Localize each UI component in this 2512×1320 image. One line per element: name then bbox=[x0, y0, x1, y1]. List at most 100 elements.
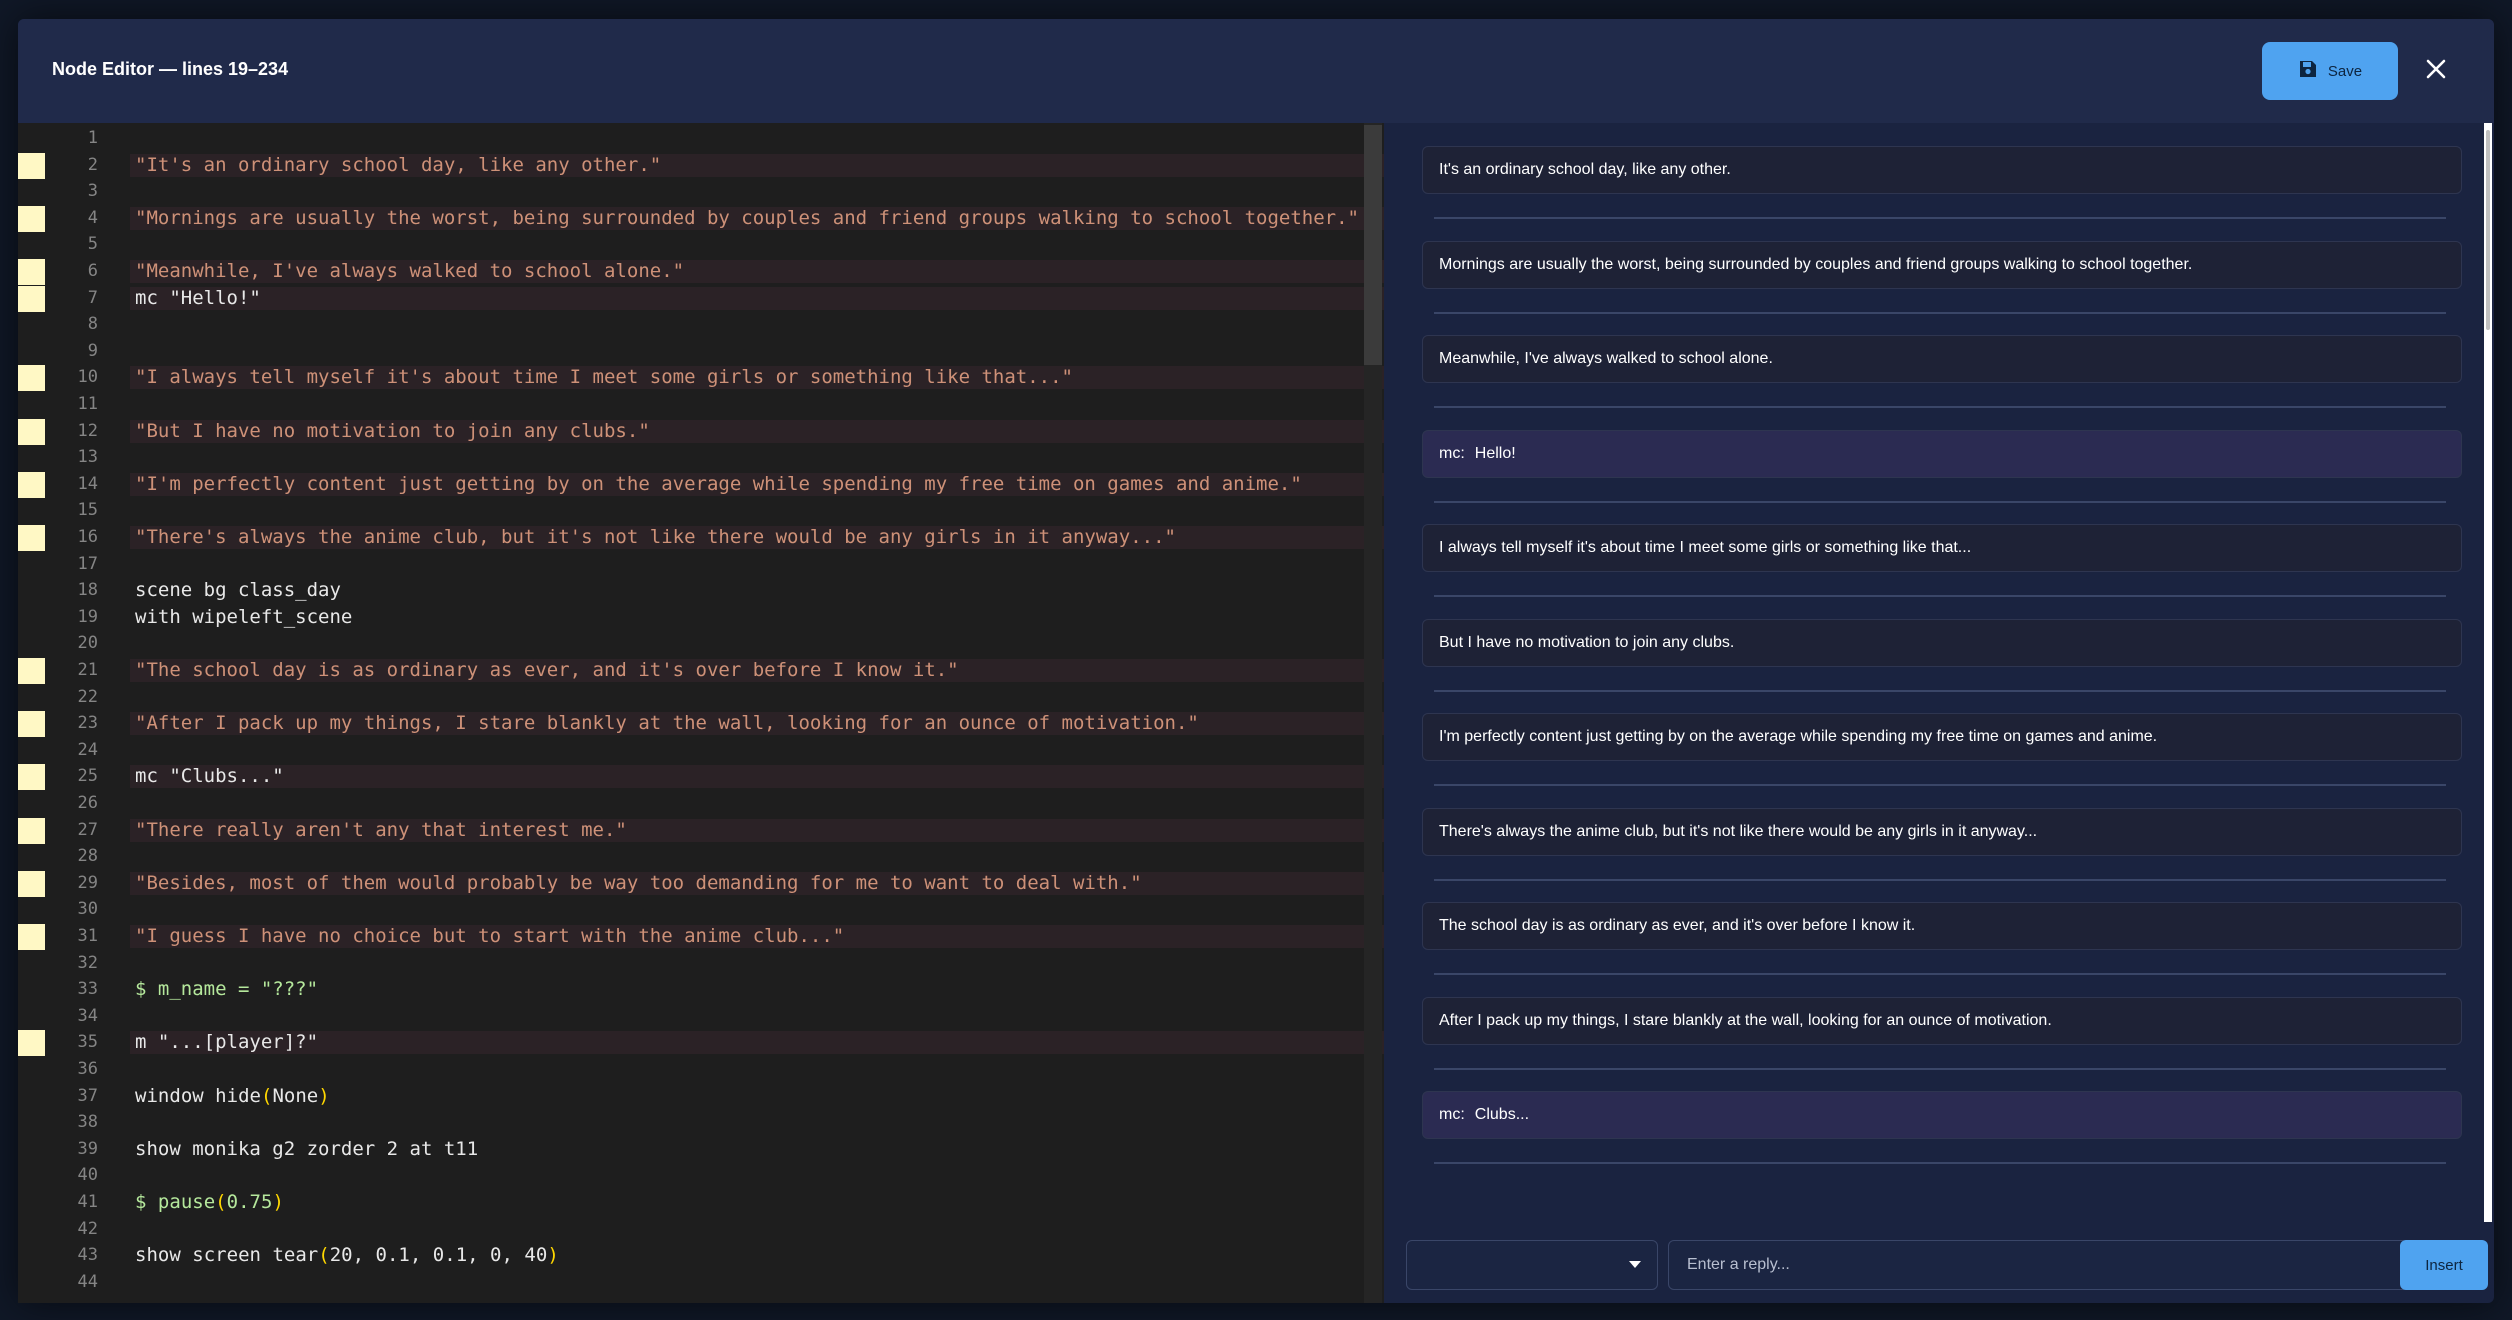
code-line[interactable]: 43 show screen tear(20, 0.1, 0.1, 0, 40) bbox=[18, 1242, 1384, 1269]
editor-scrollbar-thumb[interactable] bbox=[1364, 125, 1382, 365]
dialogue-bubble[interactable]: I'm perfectly content just getting by on… bbox=[1422, 713, 2462, 761]
dialogue-marker[interactable] bbox=[18, 259, 45, 285]
code-line[interactable]: 16 "There's always the anime club, but it… bbox=[18, 524, 1384, 551]
code-line[interactable]: 8 bbox=[18, 311, 1384, 338]
dialogue-marker[interactable] bbox=[18, 205, 45, 232]
dialogue-bubble[interactable]: The school day is as ordinary as ever, a… bbox=[1422, 902, 2462, 950]
speaker-label: mc: bbox=[1439, 444, 1465, 462]
code-line[interactable]: 25 mc "Clubs..." bbox=[18, 763, 1384, 791]
dialogue-bubble[interactable]: Meanwhile, I've always walked to school … bbox=[1422, 335, 2462, 383]
dialogue-text: I always tell myself it's about time I m… bbox=[1439, 539, 1972, 556]
dialogue-bubble[interactable]: But I have no motivation to join any clu… bbox=[1422, 618, 2462, 667]
speaker-select[interactable] bbox=[1406, 1240, 1658, 1290]
code-line[interactable]: 5 bbox=[18, 231, 1384, 258]
dialogue-marker[interactable] bbox=[18, 924, 45, 950]
code-line[interactable]: 20 bbox=[18, 630, 1384, 657]
code-line[interactable]: 40 bbox=[18, 1162, 1384, 1189]
code-line[interactable]: 10 "I always tell myself it's about time … bbox=[18, 364, 1384, 392]
dialogue-marker[interactable] bbox=[18, 152, 45, 179]
line-number: 3 bbox=[87, 181, 98, 202]
code-line[interactable]: 1 bbox=[18, 125, 1384, 152]
code-line[interactable]: 44 bbox=[18, 1269, 1384, 1296]
code-line[interactable]: 36 bbox=[18, 1056, 1384, 1083]
code-line[interactable]: 30 bbox=[18, 896, 1384, 923]
save-button[interactable]: Save bbox=[2262, 42, 2398, 100]
dialogue-marker[interactable] bbox=[18, 365, 45, 392]
dialogue-marker[interactable] bbox=[18, 418, 45, 445]
dialogue-marker[interactable] bbox=[18, 658, 45, 684]
code-line[interactable]: 6 "Meanwhile, I've always walked to schoo… bbox=[18, 258, 1384, 285]
dialogue-marker[interactable] bbox=[18, 1030, 45, 1057]
line-code: $ m_name = "???" bbox=[135, 978, 319, 1001]
line-number: 32 bbox=[77, 952, 98, 973]
reply-input[interactable] bbox=[1668, 1240, 2408, 1290]
dialogue-marker[interactable] bbox=[18, 471, 45, 498]
dialogue-marker[interactable] bbox=[18, 711, 45, 738]
code-line[interactable]: 24 bbox=[18, 737, 1384, 764]
code-line[interactable]: 9 bbox=[18, 338, 1384, 365]
floppy-disk-icon bbox=[2298, 59, 2318, 83]
dialogue-marker[interactable] bbox=[18, 285, 45, 312]
line-code: "Mornings are usually the worst, being s… bbox=[135, 206, 1359, 229]
line-code: "But I have no motivation to join any cl… bbox=[135, 419, 650, 442]
line-number: 5 bbox=[87, 234, 98, 255]
code-line[interactable]: 21 "The school day is as ordinary as ever… bbox=[18, 657, 1384, 684]
line-code: "Besides, most of them would probably be… bbox=[135, 871, 1142, 894]
dialogue-marker[interactable] bbox=[18, 870, 45, 897]
code-line[interactable]: 31 "I guess I have no choice but to start… bbox=[18, 923, 1384, 950]
dialogue-bubble[interactable]: mc: Hello! bbox=[1422, 429, 2462, 478]
line-number: 14 bbox=[77, 473, 98, 494]
dialogue-text: Mornings are usually the worst, being su… bbox=[1439, 255, 2193, 273]
code-line[interactable]: 2 "It's an ordinary school day, like any … bbox=[18, 152, 1384, 179]
code-line[interactable]: 37 window hide(None) bbox=[18, 1083, 1384, 1110]
code-line[interactable]: 28 bbox=[18, 843, 1384, 870]
close-button[interactable] bbox=[2422, 57, 2450, 85]
dialogue-text: Meanwhile, I've always walked to school … bbox=[1439, 350, 1773, 367]
code-line[interactable]: 12 "But I have no motivation to join any … bbox=[18, 418, 1384, 445]
line-number: 6 bbox=[87, 261, 98, 281]
code-line[interactable]: 23 "After I pack up my things, I stare bl… bbox=[18, 710, 1384, 738]
code-line[interactable]: 38 bbox=[18, 1109, 1384, 1136]
code-line[interactable]: 42 bbox=[18, 1216, 1384, 1243]
dialogue-bubble[interactable]: After I pack up my things, I stare blank… bbox=[1422, 996, 2462, 1045]
chat-scrollbar-thumb[interactable] bbox=[2486, 130, 2490, 330]
code-line[interactable]: 4 "Mornings are usually the worst, being … bbox=[18, 205, 1384, 232]
dialogue-bubble[interactable]: Mornings are usually the worst, being su… bbox=[1422, 240, 2462, 289]
line-number: 26 bbox=[77, 793, 98, 813]
code-line[interactable]: 39 show monika g2 zorder 2 at t11 bbox=[18, 1136, 1384, 1163]
dialogue-marker[interactable] bbox=[18, 764, 45, 791]
bubble-divider bbox=[1434, 689, 2446, 692]
code-line[interactable]: 14 "I'm perfectly content just getting by… bbox=[18, 471, 1384, 498]
dialogue-text: There's always the anime club, but it's … bbox=[1439, 822, 2038, 840]
insert-button[interactable]: Insert bbox=[2400, 1240, 2488, 1290]
code-line[interactable]: 26 bbox=[18, 790, 1384, 817]
code-line[interactable]: 15 bbox=[18, 497, 1384, 524]
code-line[interactable]: 7 mc "Hello!" bbox=[18, 285, 1384, 312]
chevron-down-icon bbox=[1629, 1261, 1641, 1268]
code-line[interactable]: 33 $ m_name = "???" bbox=[18, 976, 1384, 1003]
dialogue-bubble[interactable]: mc: Clubs... bbox=[1422, 1091, 2462, 1139]
code-line[interactable]: 34 bbox=[18, 1003, 1384, 1030]
line-number: 17 bbox=[77, 553, 98, 574]
code-line[interactable]: 17 bbox=[18, 551, 1384, 578]
bubble-divider bbox=[1434, 217, 2446, 219]
code-line[interactable]: 19 with wipeleft_scene bbox=[18, 604, 1384, 631]
line-number: 2 bbox=[87, 154, 98, 175]
dialogue-marker[interactable] bbox=[18, 817, 45, 844]
code-line[interactable]: 29 "Besides, most of them would probably … bbox=[18, 870, 1384, 897]
code-line[interactable]: 11 bbox=[18, 391, 1384, 418]
code-line[interactable]: 18 scene bg class_day bbox=[18, 577, 1384, 604]
dialogue-bubble[interactable]: I always tell myself it's about time I m… bbox=[1422, 524, 2462, 572]
code-line[interactable]: 3 bbox=[18, 178, 1384, 205]
dialogue-marker[interactable] bbox=[18, 525, 45, 551]
dialogue-bubble[interactable]: There's always the anime club, but it's … bbox=[1422, 807, 2462, 856]
code-line[interactable]: 22 bbox=[18, 684, 1384, 711]
code-line[interactable]: 35 m "...[player]?" bbox=[18, 1029, 1384, 1057]
code-line[interactable]: 13 bbox=[18, 444, 1384, 471]
code-line[interactable]: 32 bbox=[18, 950, 1384, 977]
dialogue-bubble[interactable]: It's an ordinary school day, like any ot… bbox=[1422, 146, 2462, 194]
code-line[interactable]: 27 "There really aren't any that interest… bbox=[18, 817, 1384, 844]
code-editor[interactable]: 44 43 show screen tear(20, 0.1, 0.1, 0, 40… bbox=[18, 123, 1384, 1303]
code-line[interactable]: 41 $ pause(0.75) bbox=[18, 1189, 1384, 1216]
line-number: 9 bbox=[87, 340, 98, 361]
